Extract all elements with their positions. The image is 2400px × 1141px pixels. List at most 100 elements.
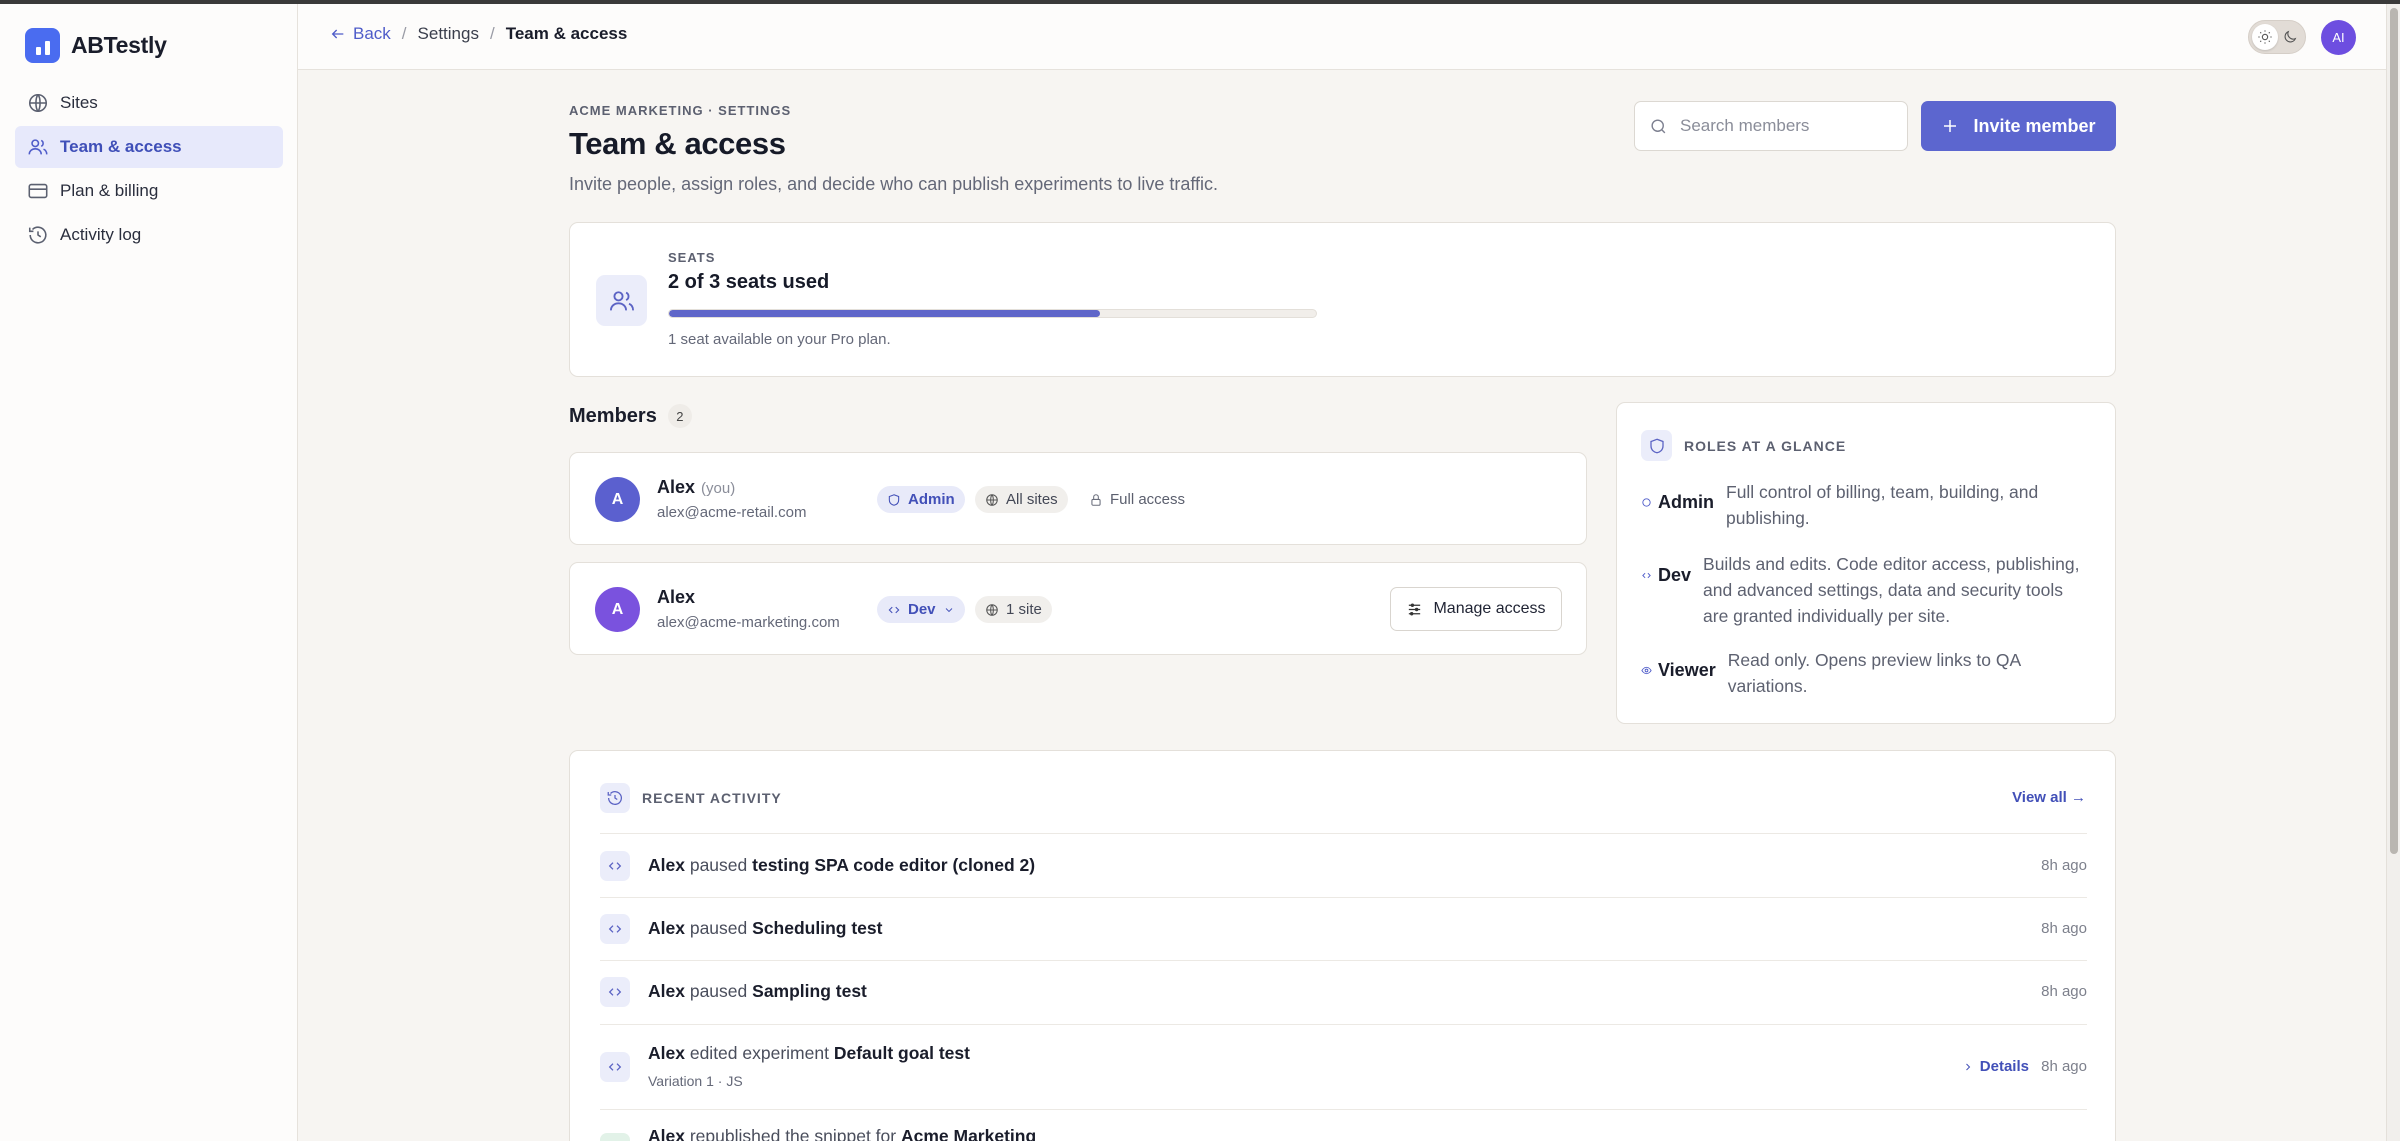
activity-row: Alex republished the snippet for Acme Ma… <box>600 1109 2087 1141</box>
view-all-link[interactable]: View all → <box>2012 789 2086 806</box>
avatar: A <box>595 587 640 632</box>
sidebar-item-team-access[interactable]: Team & access <box>15 126 283 168</box>
sidebar-item-label: Activity log <box>60 225 142 244</box>
recent-activity-card: RECENT ACTIVITY View all → Alex paused t… <box>569 750 2116 1141</box>
globe-icon <box>28 93 48 113</box>
scrollbar-thumb[interactable] <box>2390 8 2398 854</box>
code-icon <box>1642 572 1651 579</box>
activity-time: 8h ago <box>2041 920 2087 937</box>
activity-text: Alex edited experiment Default goal test <box>648 1043 970 1064</box>
breadcrumb: Back / Settings / Team & access <box>330 24 627 44</box>
theme-toggle[interactable] <box>2248 20 2306 54</box>
member-you-label: (you) <box>701 480 736 497</box>
member-row[interactable]: A Alex (you) alex@acme-retail.com Admin A… <box>569 452 1587 545</box>
sidebar-item-label: Team & access <box>60 137 182 156</box>
page-eyebrow: ACME MARKETING · SETTINGS <box>569 103 792 118</box>
seats-title: 2 of 3 seats used <box>668 271 830 293</box>
scope-label: All sites <box>1006 491 1058 508</box>
arrow-left-icon <box>331 29 344 39</box>
role-select-dev[interactable]: Dev <box>877 596 965 623</box>
access-label: Full access <box>1079 486 1195 513</box>
seats-progress <box>668 309 1317 318</box>
role-name-text: Admin <box>1658 492 1714 512</box>
theme-toggle-knob <box>2252 24 2278 50</box>
search-members[interactable] <box>1634 101 1908 151</box>
members-count-badge: 2 <box>667 404 692 428</box>
scope-badge: All sites <box>975 486 1068 513</box>
brand[interactable]: ABTestly <box>25 28 167 63</box>
role-row-viewer: Viewer Read only. Opens preview links to… <box>1641 647 2091 699</box>
activity-target[interactable]: Scheduling test <box>752 918 882 938</box>
activity-verb: paused <box>689 981 748 1001</box>
breadcrumb-settings[interactable]: Settings <box>418 24 479 44</box>
brand-logo-icon <box>25 28 60 63</box>
role-name: Viewer <box>1641 660 1716 681</box>
activity-row: Alex paused Scheduling test 8h ago <box>600 897 2087 960</box>
member-row[interactable]: A Alex alex@acme-marketing.com Dev 1 sit… <box>569 562 1587 655</box>
role-label: Dev <box>908 601 936 618</box>
plus-icon <box>1944 120 1957 132</box>
shield-icon <box>1641 430 1672 461</box>
activity-verb: paused <box>689 855 748 875</box>
code-icon <box>888 606 900 613</box>
activity-target[interactable]: Acme Marketing <box>901 1126 1036 1141</box>
activity-target[interactable]: Default goal test <box>834 1043 970 1063</box>
details-label: Details <box>1979 1058 2029 1075</box>
activity-target[interactable]: Sampling test <box>752 981 867 1001</box>
sidebar-item-label: Plan & billing <box>60 181 159 200</box>
sidebar-item-activity-log[interactable]: Activity log <box>15 214 283 256</box>
users-icon <box>596 275 647 326</box>
sidebar-item-plan-billing[interactable]: Plan & billing <box>15 170 283 212</box>
globe-icon <box>986 493 998 506</box>
activity-actor: Alex <box>648 1126 685 1141</box>
member-name-text: Alex <box>657 477 696 497</box>
members-header: Members 2 <box>569 404 692 428</box>
sidebar-nav: Sites Team & access Plan & billing Activ… <box>15 82 283 258</box>
activity-text: Alex paused testing SPA code editor (clo… <box>648 855 1035 876</box>
role-name-text: Dev <box>1658 565 1692 585</box>
activity-target[interactable]: testing SPA code editor (cloned 2) <box>752 855 1035 875</box>
activity-verb: republished the snippet for <box>689 1126 897 1141</box>
role-row-dev: Dev Builds and edits. Code editor access… <box>1641 551 2091 629</box>
member-name: Alex (you) <box>657 477 735 498</box>
members-title: Members <box>569 404 657 427</box>
invite-member-button[interactable]: Invite member <box>1921 101 2116 151</box>
lock-icon <box>1091 493 1101 506</box>
sidebar: ABTestly Sites Team & access Plan & bill… <box>0 4 298 1141</box>
scope-label: 1 site <box>1006 601 1042 618</box>
activity-verb: edited experiment <box>689 1043 829 1063</box>
manage-access-label: Manage access <box>1433 600 1546 617</box>
activity-row: Alex paused testing SPA code editor (clo… <box>600 833 2087 897</box>
activity-header: RECENT ACTIVITY <box>600 783 782 813</box>
activity-row: Alex paused Sampling test 8h ago <box>600 960 2087 1024</box>
role-name-text: Viewer <box>1658 660 1716 680</box>
activity-actor: Alex <box>648 855 685 875</box>
circle-icon <box>1642 498 1651 507</box>
search-input[interactable] <box>1680 116 1900 136</box>
credit-card-icon <box>28 183 48 199</box>
activity-subtext: Variation 1 · JS <box>648 1073 743 1089</box>
history-icon <box>28 226 47 244</box>
sidebar-item-sites[interactable]: Sites <box>15 82 283 124</box>
invite-member-label: Invite member <box>1973 115 2096 136</box>
page-title: Team & access <box>569 126 786 161</box>
back-link[interactable]: Back <box>330 24 391 44</box>
activity-text: Alex paused Sampling test <box>648 981 867 1002</box>
user-avatar[interactable]: AI <box>2321 20 2356 55</box>
activity-verb: paused <box>689 918 748 938</box>
manage-access-button[interactable]: Manage access <box>1390 587 1562 631</box>
role-description: Full control of billing, team, building,… <box>1726 482 2039 528</box>
activity-actor: Alex <box>648 1043 685 1063</box>
code-icon <box>600 977 630 1007</box>
details-link[interactable]: Details <box>1962 1058 2029 1075</box>
back-label: Back <box>353 24 391 43</box>
activity-time: 8h ago <box>2041 983 2087 1000</box>
seats-progress-fill <box>669 310 1101 317</box>
breadcrumb-separator: / <box>489 24 495 43</box>
member-name: Alex <box>657 587 696 607</box>
history-icon <box>600 783 630 813</box>
seats-note: 1 seat available on your Pro plan. <box>668 331 891 348</box>
activity-text: Alex republished the snippet for Acme Ma… <box>648 1126 1036 1141</box>
scrollbar[interactable] <box>2386 4 2400 1141</box>
moon-icon <box>2284 30 2297 43</box>
